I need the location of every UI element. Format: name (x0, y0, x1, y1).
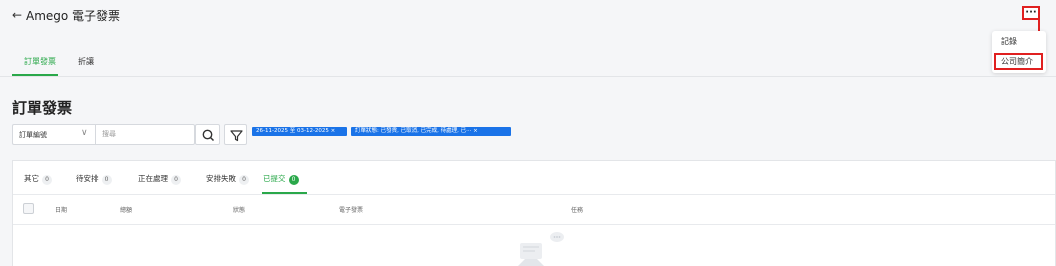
filter-icon (230, 130, 243, 142)
select-all-checkbox[interactable] (23, 203, 34, 214)
status-count-badge: 0 (239, 175, 249, 185)
status-count-badge: 0 (171, 175, 181, 185)
column-header-e-invoice: 電子發票 (339, 207, 364, 214)
search-field-select-value: 訂單編號 (19, 131, 47, 139)
status-tab-processing[interactable]: 正在處理 0 (138, 173, 181, 185)
menu-item-record[interactable]: 記錄 (992, 34, 1046, 50)
menu-item-company-profile[interactable]: 公司簡介 (994, 53, 1043, 70)
search-input[interactable]: 搜尋 (95, 124, 195, 145)
tabs-divider (0, 76, 1056, 77)
status-divider (13, 194, 1055, 195)
order-status-filter-chip[interactable]: 訂單狀態: 已發貨, 已取消, 已完成, 待處理, 已··· × (351, 127, 511, 136)
tab-allowance[interactable]: 折讓 (78, 56, 94, 67)
orders-panel: 其它 0 待安排 0 正在處理 0 安排失敗 0 已提交 0 日期 總額 狀態 電子發票 … (12, 160, 1056, 266)
column-header-status: 狀態 (233, 207, 246, 214)
search-field-select[interactable]: 訂單編號 ∨ (12, 124, 96, 145)
status-tab-label: 其它 (24, 174, 39, 183)
search-icon (202, 129, 215, 142)
status-tab-label: 已提交 (263, 174, 286, 183)
status-tab-label: 安排失敗 (206, 174, 236, 183)
chevron-down-icon: ∨ (81, 128, 88, 138)
table-header-divider (13, 224, 1055, 225)
filter-button[interactable] (224, 124, 247, 145)
tab-order-invoices[interactable]: 訂單發票 (24, 56, 56, 67)
more-options-menu: 記錄 公司簡介 (992, 31, 1046, 73)
status-tab-submitted[interactable]: 已提交 0 (263, 173, 299, 185)
status-tab-other[interactable]: 其它 0 (24, 173, 52, 185)
status-tab-pending[interactable]: 待安排 0 (76, 173, 112, 185)
column-header-total: 總額 (120, 207, 133, 214)
page-title: 訂單發票 (12, 99, 73, 117)
app-title: Amego 電子發票 (26, 9, 121, 23)
status-tab-label: 待安排 (76, 174, 99, 183)
status-count-badge: 0 (42, 175, 52, 185)
column-header-task: 任務 (571, 207, 584, 214)
status-tab-label: 正在處理 (138, 174, 168, 183)
status-count-badge: 0 (288, 175, 299, 185)
status-count-badge: 0 (101, 175, 112, 185)
empty-state-illustration (518, 232, 564, 266)
top-bar: ← Amego 電子發票 (0, 0, 1056, 28)
search-button[interactable] (195, 124, 220, 145)
arrow-left-icon[interactable]: ← (12, 8, 22, 22)
status-tab-failed[interactable]: 安排失敗 0 (206, 173, 249, 185)
column-header-date: 日期 (55, 207, 68, 214)
top-tabs: 訂單發票 折讓 (0, 48, 990, 75)
date-range-filter-chip[interactable]: 26-11-2025 至 03-12-2025 × (252, 127, 347, 136)
